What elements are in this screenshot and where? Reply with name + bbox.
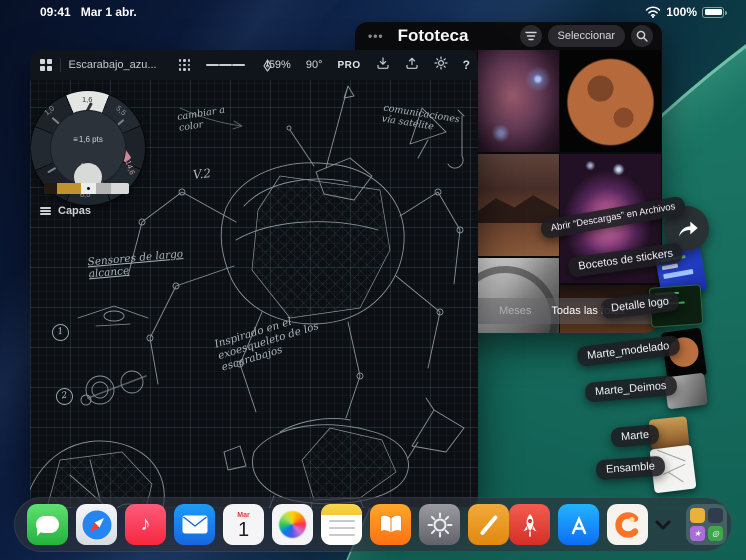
battery-icon — [702, 6, 727, 18]
dock: ♪ Mar 1 ★ ◎ — [14, 497, 732, 552]
dock-app-notes[interactable] — [321, 504, 362, 545]
open-book-icon — [379, 514, 402, 534]
gear-icon — [427, 512, 452, 537]
search-button[interactable] — [631, 25, 653, 47]
canvas-rotation[interactable]: 90° — [306, 59, 323, 71]
sketch-line — [662, 463, 686, 475]
dock-app-rocket[interactable] — [509, 504, 550, 545]
tool-size-label: 1,6 — [82, 95, 93, 104]
page-title: Fototeca — [397, 26, 469, 45]
concepts-window: Escarabajo_azu... 59% 90° PRO ? cambiar … — [30, 50, 478, 508]
help-button[interactable]: ? — [463, 58, 470, 72]
view-options-button[interactable] — [519, 25, 542, 47]
gallery-icon[interactable] — [40, 59, 52, 71]
search-icon — [636, 30, 648, 42]
layers-list-icon — [40, 205, 51, 217]
dock-app-concepts[interactable] — [607, 504, 648, 545]
status-bar: 09:41 Mar 1 abr. 100% — [0, 0, 746, 22]
blade-icon — [479, 514, 498, 535]
layers-panel-header[interactable]: Capas — [34, 202, 97, 220]
chat-bubble-icon — [36, 516, 59, 536]
pro-badge[interactable]: PRO — [337, 60, 360, 71]
divider — [59, 58, 61, 72]
library-mini-tips — [690, 508, 705, 523]
swatch-gold[interactable] — [57, 183, 81, 194]
sticker-row — [663, 269, 694, 280]
dock-app-mail[interactable] — [174, 504, 215, 545]
compass-icon — [81, 509, 112, 540]
notes-line — [328, 527, 355, 529]
notes-line — [328, 520, 355, 522]
fototeca-titlebar: ••• Fototeca Seleccionar — [355, 22, 662, 50]
select-button[interactable]: Seleccionar — [547, 25, 625, 47]
dock-app-settings[interactable] — [419, 504, 460, 545]
dock-app-messages[interactable] — [27, 504, 68, 545]
notes-line — [328, 534, 355, 536]
photos-flower-icon — [279, 511, 306, 538]
annotation-version: V.2 — [192, 166, 212, 182]
swatch-lightgray[interactable] — [111, 183, 129, 194]
swatch-dark[interactable] — [44, 183, 57, 194]
photo-nebula-horsehead[interactable] — [478, 48, 559, 152]
selected-swatch-dot — [87, 187, 90, 190]
photo-mars-planet[interactable] — [560, 48, 661, 152]
layers-label: Capas — [58, 205, 92, 217]
library-mini-camera — [708, 508, 723, 523]
calendar-day: 1 — [237, 519, 250, 541]
rocket-icon — [523, 513, 536, 537]
zoom-level[interactable]: 59% — [269, 59, 291, 71]
dock-app-appstore[interactable] — [558, 504, 599, 545]
library-mini-star: ★ — [690, 526, 705, 541]
dock-app-music[interactable]: ♪ — [125, 504, 166, 545]
concepts-toolbar: Escarabajo_azu... 59% 90° PRO ? — [30, 50, 478, 80]
swatch-gray[interactable] — [96, 183, 111, 194]
dock-collapse-button[interactable] — [648, 504, 678, 545]
music-note-icon: ♪ — [140, 513, 151, 535]
import-button[interactable] — [376, 56, 390, 75]
color-swatch-bar[interactable] — [44, 183, 129, 194]
status-time[interactable]: 09:41 — [40, 5, 71, 19]
dock-app-books[interactable] — [370, 504, 411, 545]
appstore-a-icon — [571, 515, 586, 534]
forward-arrow-icon — [678, 221, 698, 236]
concepts-c-icon — [614, 511, 638, 538]
dock-app-drawing[interactable] — [468, 504, 509, 545]
battery-percent: 100% — [666, 5, 697, 19]
tab-months[interactable]: Meses — [499, 305, 531, 317]
library-mini-green: ◎ — [708, 526, 723, 541]
swatch-white-selected[interactable] — [81, 183, 96, 194]
layers-stack-icon[interactable] — [206, 62, 246, 67]
ipad-screen: ••• Fototeca Seleccionar Meses Todas las… — [0, 0, 746, 560]
dock-app-calendar[interactable]: Mar 1 — [223, 504, 264, 545]
dock-app-safari[interactable] — [76, 504, 117, 545]
document-title[interactable]: Escarabajo_azu... — [69, 59, 157, 71]
settings-gear-icon[interactable] — [434, 55, 448, 75]
wifi-icon — [646, 6, 661, 18]
multitasking-dots-icon[interactable]: ••• — [368, 29, 384, 43]
envelope-icon — [182, 515, 207, 534]
sketch-line — [668, 471, 684, 483]
view-options-icon — [524, 31, 537, 41]
export-button[interactable] — [405, 56, 419, 75]
stroke-size-value: ≡ 1,6 pts — [73, 135, 103, 144]
dock-app-library[interactable]: ★ ◎ — [686, 504, 727, 545]
chevron-down-icon — [655, 520, 671, 529]
photo-desert-hills[interactable] — [478, 154, 559, 256]
grid-settings-icon[interactable] — [178, 59, 191, 71]
notes-header — [321, 504, 362, 515]
status-date[interactable]: Mar 1 abr. — [81, 5, 137, 19]
dock-app-photos[interactable] — [272, 504, 313, 545]
